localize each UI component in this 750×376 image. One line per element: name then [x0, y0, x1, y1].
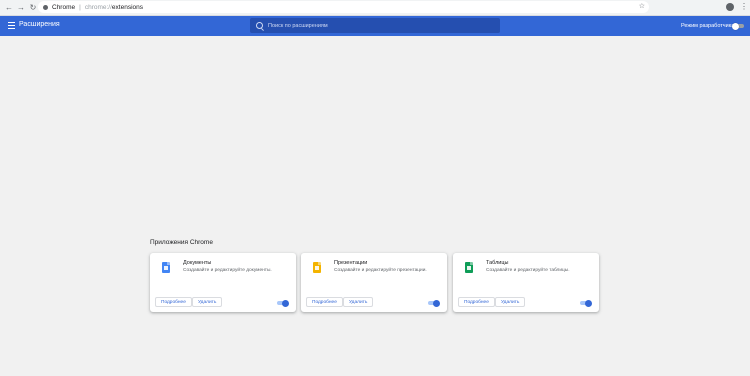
- search-box[interactable]: [250, 18, 500, 33]
- app-card-slides: Презентации Создавайте и редактируйте пр…: [301, 253, 447, 312]
- remove-button[interactable]: Удалить: [495, 297, 526, 307]
- slides-icon: [313, 262, 321, 273]
- profile-icon[interactable]: [726, 3, 734, 11]
- app-description: Создавайте и редактируйте таблицы.: [486, 268, 570, 273]
- info-icon[interactable]: [43, 4, 48, 10]
- hamburger-menu-icon[interactable]: [8, 22, 15, 31]
- details-button[interactable]: Подробнее: [306, 297, 343, 307]
- details-button[interactable]: Подробнее: [155, 297, 192, 307]
- url-text: chrome://extensions: [85, 4, 143, 11]
- app-card-docs: Документы Создавайте и редактируйте доку…: [150, 253, 296, 312]
- app-name: Презентации: [334, 260, 368, 266]
- site-label: Chrome: [52, 3, 76, 11]
- url-path: extensions: [111, 3, 143, 11]
- dev-mode-label: Режим разработчика: [681, 23, 735, 29]
- url-scheme: chrome://: [84, 3, 112, 11]
- dev-mode-toggle[interactable]: [732, 22, 744, 30]
- apps-grid: Документы Создавайте и редактируйте доку…: [150, 253, 600, 313]
- section-title: Приложения Chrome: [150, 239, 213, 246]
- search-input[interactable]: [268, 22, 488, 29]
- docs-icon: [162, 262, 170, 273]
- browser-toolbar: ← → ↻ Chrome | chrome://extensions ☆ ⋮: [0, 0, 750, 16]
- app-name: Таблицы: [486, 260, 509, 266]
- search-icon: [256, 22, 263, 29]
- menu-dots-icon[interactable]: ⋮: [740, 1, 748, 13]
- remove-button[interactable]: Удалить: [192, 297, 223, 307]
- app-description: Создавайте и редактируйте документы.: [183, 268, 272, 273]
- enable-toggle[interactable]: [580, 299, 592, 307]
- sheets-icon: [465, 262, 473, 273]
- app-card-sheets: Таблицы Создавайте и редактируйте таблиц…: [453, 253, 599, 312]
- app-description: Создавайте и редактируйте презентации.: [334, 268, 427, 273]
- remove-button[interactable]: Удалить: [343, 297, 374, 307]
- bookmark-star-icon[interactable]: ☆: [639, 2, 645, 10]
- page-title: Расширения: [19, 21, 60, 28]
- app-name: Документы: [183, 260, 212, 266]
- enable-toggle[interactable]: [428, 299, 440, 307]
- address-bar[interactable]: Chrome | chrome://extensions ☆: [38, 1, 649, 13]
- enable-toggle[interactable]: [277, 299, 289, 307]
- extensions-header: Расширения Режим разработчика: [0, 16, 750, 36]
- back-arrow-icon[interactable]: ←: [3, 1, 15, 14]
- details-button[interactable]: Подробнее: [458, 297, 495, 307]
- forward-arrow-icon[interactable]: →: [15, 1, 27, 14]
- url-separator: |: [79, 3, 81, 11]
